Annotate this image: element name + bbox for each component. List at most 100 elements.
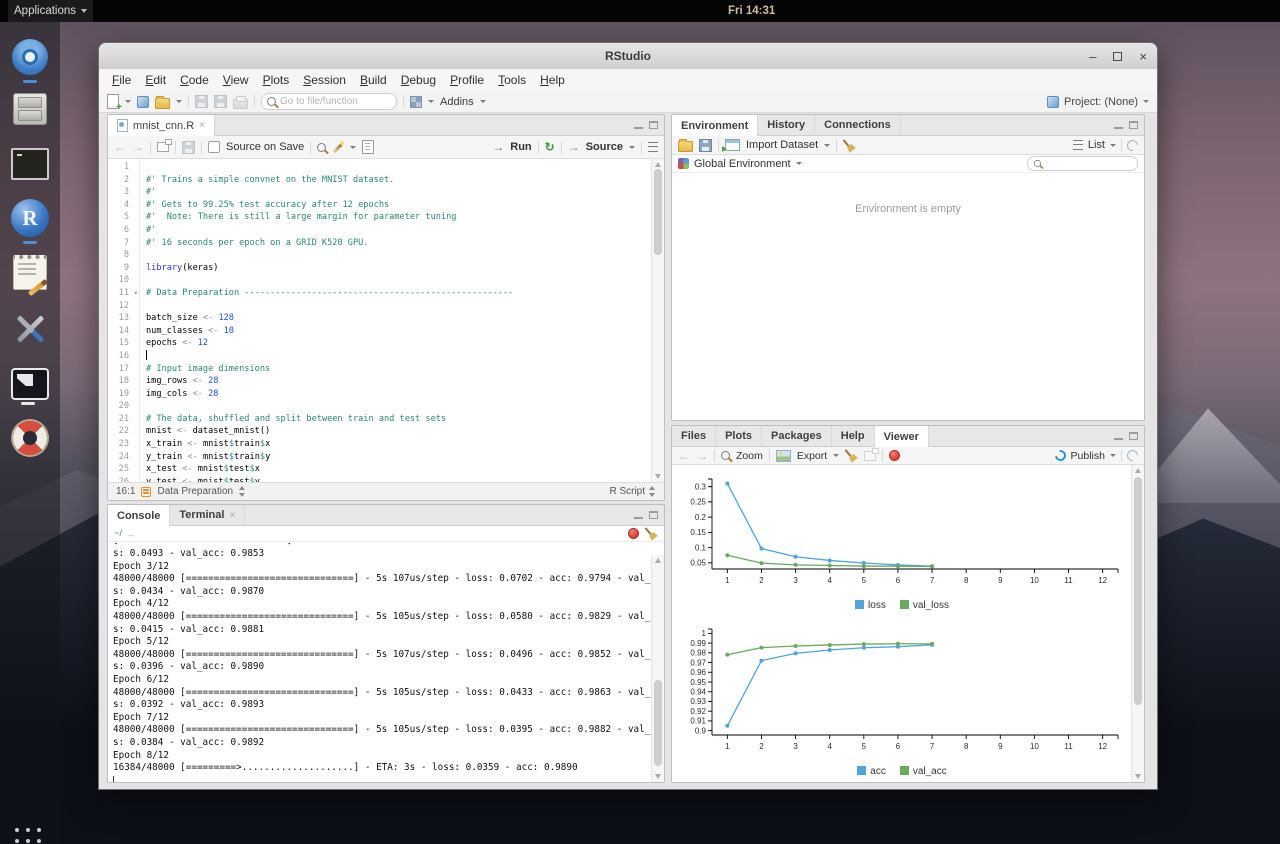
open-new-window-icon[interactable]: [157, 142, 169, 152]
find-replace-icon[interactable]: [317, 143, 326, 152]
open-new-window-icon[interactable]: [864, 451, 876, 461]
console-output[interactable]: [==============================]s: 0.049…: [108, 542, 664, 782]
print-icon[interactable]: [233, 99, 248, 109]
menu-item-session[interactable]: Session: [296, 73, 353, 87]
goto-file-search[interactable]: [261, 93, 397, 110]
dock-item-tools[interactable]: [10, 310, 50, 350]
section-stepper-icon[interactable]: [239, 486, 246, 497]
scroll-up-icon[interactable]: [1135, 468, 1141, 473]
console-scrollbar[interactable]: [651, 555, 664, 782]
save-icon[interactable]: [195, 95, 208, 108]
section-icon[interactable]: [141, 487, 151, 497]
document-outline-icon[interactable]: [648, 142, 658, 152]
code-line[interactable]: batch_size <- 128: [146, 312, 664, 325]
environment-search[interactable]: [1027, 156, 1138, 171]
dock-item-chromium[interactable]: [10, 37, 50, 77]
tab-help[interactable]: Help: [832, 426, 875, 446]
tab-connections[interactable]: Connections: [815, 115, 901, 135]
maximize-pane-icon[interactable]: [1129, 121, 1138, 129]
code-tools-icon[interactable]: [332, 141, 344, 153]
refresh-icon[interactable]: [1125, 448, 1140, 463]
new-project-icon[interactable]: [137, 96, 149, 108]
menu-item-code[interactable]: Code: [173, 73, 216, 87]
minimize-pane-icon[interactable]: [1114, 438, 1123, 440]
code-line[interactable]: #': [146, 186, 664, 199]
tab-mnist-cnn[interactable]: mnist_cnn.R ×: [108, 115, 215, 136]
menu-item-build[interactable]: Build: [353, 73, 394, 87]
code-line[interactable]: [146, 161, 664, 174]
maximize-button[interactable]: [1113, 52, 1122, 61]
menu-item-help[interactable]: Help: [533, 73, 572, 87]
goto-file-input[interactable]: [261, 93, 397, 110]
minimize-pane-icon[interactable]: [634, 517, 643, 519]
dock-item-terminal[interactable]: [10, 144, 50, 184]
menu-item-edit[interactable]: Edit: [138, 73, 173, 87]
code-line[interactable]: [146, 249, 664, 262]
dock-item-help[interactable]: [10, 418, 50, 458]
stop-icon[interactable]: [889, 450, 900, 461]
code-line[interactable]: [146, 400, 664, 413]
code-line[interactable]: # Data Preparation ---------------------…: [146, 287, 664, 300]
close-icon[interactable]: ×: [199, 120, 205, 131]
file-type-stepper-icon[interactable]: [649, 486, 656, 497]
viewer-scrollbar[interactable]: [1131, 465, 1144, 782]
source-button[interactable]: Source: [586, 141, 623, 153]
back-icon[interactable]: ←: [678, 450, 690, 462]
clear-console-icon[interactable]: [645, 527, 658, 540]
code-line[interactable]: # The data, shuffled and split between t…: [146, 413, 664, 426]
run-icon[interactable]: →: [492, 141, 504, 153]
code-line[interactable]: #' 16 seconds per epoch on a GRID K520 G…: [146, 237, 664, 250]
show-applications-button[interactable]: [15, 828, 43, 844]
scroll-up-icon[interactable]: [655, 558, 661, 563]
file-type-label[interactable]: R Script: [609, 486, 645, 497]
chevron-down-icon[interactable]: [824, 144, 830, 147]
tab-terminal[interactable]: Terminal ×: [170, 505, 245, 525]
chevron-down-icon[interactable]: [833, 454, 839, 457]
zoom-icon[interactable]: [721, 451, 730, 460]
goto-directory-icon[interactable]: →: [126, 529, 135, 539]
import-dataset-icon[interactable]: [725, 139, 740, 151]
addins-button[interactable]: Addins: [440, 96, 474, 108]
code-line[interactable]: epochs <- 12: [146, 337, 664, 350]
scroll-up-icon[interactable]: [655, 162, 661, 167]
minimize-button[interactable]: –: [1089, 49, 1096, 64]
code-editor[interactable]: 1234567891011▾12131415161718192021222324…: [108, 159, 664, 482]
applications-menu[interactable]: Applications: [8, 0, 93, 22]
tab-console[interactable]: Console: [108, 505, 170, 526]
menu-item-tools[interactable]: Tools: [491, 73, 533, 87]
chevron-down-icon[interactable]: [1110, 144, 1116, 147]
new-file-icon[interactable]: [107, 94, 119, 109]
open-file-icon[interactable]: [155, 98, 170, 109]
refresh-icon[interactable]: [1125, 137, 1140, 152]
chevron-down-icon[interactable]: [480, 100, 486, 103]
save-icon[interactable]: [182, 141, 195, 154]
save-workspace-icon[interactable]: [699, 139, 712, 152]
list-view-button[interactable]: List: [1088, 139, 1105, 151]
dock-item-rstudio[interactable]: R: [10, 198, 50, 238]
tab-files[interactable]: Files: [672, 426, 716, 446]
maximize-pane-icon[interactable]: [649, 121, 658, 129]
code-line[interactable]: y_train <- mnist$train$y: [146, 451, 664, 464]
menu-item-debug[interactable]: Debug: [394, 73, 443, 87]
editor-code[interactable]: #' Trains a simple convnet on the MNIST …: [140, 159, 664, 482]
menu-item-file[interactable]: File: [105, 73, 138, 87]
menu-item-profile[interactable]: Profile: [443, 73, 491, 87]
compile-report-icon[interactable]: [362, 140, 374, 154]
code-line[interactable]: img_cols <- 28: [146, 388, 664, 401]
forward-icon[interactable]: →: [132, 141, 144, 153]
code-line[interactable]: library(keras): [146, 262, 664, 275]
import-dataset-button[interactable]: Import Dataset: [746, 139, 818, 151]
export-button[interactable]: Export: [797, 450, 827, 462]
back-icon[interactable]: ←: [114, 141, 126, 153]
close-button[interactable]: ×: [1139, 49, 1147, 64]
scroll-down-icon[interactable]: [655, 474, 661, 479]
project-selector[interactable]: Project: (None): [1047, 96, 1149, 108]
code-line[interactable]: [146, 350, 664, 363]
zoom-button[interactable]: Zoom: [736, 450, 763, 462]
close-icon[interactable]: ×: [229, 510, 235, 521]
list-view-icon[interactable]: [1073, 140, 1083, 150]
code-line[interactable]: #' Note: There is still a large margin f…: [146, 211, 664, 224]
minimize-pane-icon[interactable]: [1114, 127, 1123, 129]
dock-item-notes[interactable]: [10, 252, 50, 292]
chevron-down-icon[interactable]: [1110, 454, 1116, 457]
